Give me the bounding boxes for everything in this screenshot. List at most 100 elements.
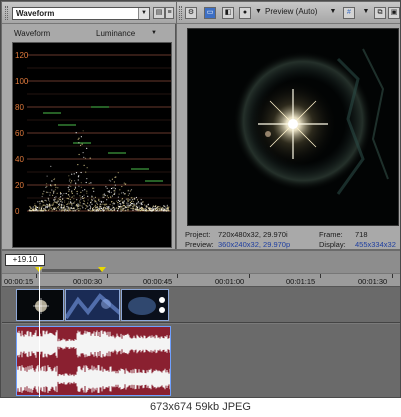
waveform-sample [82,197,84,200]
overlay-icon[interactable]: ● [239,7,251,19]
waveform-sample [51,209,53,211]
video-event-thumbnail[interactable] [121,289,169,321]
waveform-sample [121,209,123,212]
waveform-sample [74,201,76,203]
waveform-sample [137,210,139,212]
waveform-sample [106,205,108,208]
waveform-sample [108,191,110,193]
waveform-sample [67,187,69,189]
waveform-sample [42,201,45,203]
waveform-sample [71,196,73,199]
scope-refresh-icon[interactable]: ≡ [165,7,174,19]
scope-tick-label: 100 [15,77,29,86]
waveform-sample [135,206,137,208]
waveform-sample [136,202,138,204]
waveform-sample [94,210,96,212]
waveform-sample [98,199,100,202]
waveform-sample [103,203,105,205]
preview-quality-dropdown[interactable]: Preview (Auto) [265,7,317,16]
waveform-sample [76,193,78,195]
waveform-sample [45,183,48,185]
waveform-sample [73,208,75,210]
properties-icon[interactable]: ⚙ [185,7,197,19]
monitor-icon[interactable]: ▭ [204,7,216,19]
waveform-sample [159,209,161,211]
waveform-sample [91,210,93,212]
video-frame-image [188,29,398,225]
waveform-sample [66,197,69,199]
waveform-sample [161,207,163,209]
waveform-sample [117,196,119,198]
panel-grip-handle[interactable] [5,6,8,20]
waveform-sample [63,205,65,207]
waveform-sample [54,177,56,180]
chevron-down-icon[interactable]: ▼ [138,8,149,19]
waveform-sample [111,195,113,197]
waveform-sample [163,205,165,207]
waveform-sample [102,201,104,203]
waveform-sample [77,179,79,181]
waveform-sample [54,208,56,210]
ruler-tick-mark [107,274,108,278]
waveform-sample [132,205,134,207]
waveform-sample [69,196,71,198]
video-track[interactable] [2,287,400,323]
waveform-sample [132,201,134,203]
waveform-sample [87,205,89,207]
waveform-sample [47,205,49,207]
waveform-sample [75,172,78,174]
loop-region-bar[interactable] [42,269,102,272]
waveform-sample [90,206,92,208]
waveform-sample [68,210,70,212]
cursor-position-readout[interactable]: +19.10 [5,254,45,266]
timeline-header: +19.10 00:00:15 00:00:30 00:00:45 00:01:… [2,251,400,287]
waveform-sample [70,202,72,204]
waveform-sample [105,207,107,209]
grid-overlay-icon[interactable]: # [343,7,355,19]
waveform-sample [166,204,168,206]
waveform-sample [127,190,129,192]
save-snapshot-icon[interactable]: ▣ [388,7,400,19]
chevron-down-icon[interactable]: ▼ [360,7,372,19]
scope-gridlines [27,54,171,212]
waveform-sample [45,204,47,206]
chevron-down-icon[interactable]: ▼ [327,7,339,19]
panel-grip-handle[interactable] [179,6,182,20]
video-event-thumbnail[interactable] [65,289,120,321]
waveform-sample [103,193,105,195]
waveform-sample [65,192,67,195]
playhead-cursor[interactable] [39,267,40,397]
split-screen-icon[interactable]: ◧ [222,7,234,19]
waveform-sample [130,189,133,191]
waveform-sample [56,202,58,204]
waveform-sample [60,193,62,195]
time-ruler[interactable]: 00:00:15 00:00:30 00:00:45 00:01:00 00:0… [2,273,400,287]
chevron-down-icon[interactable]: ▼ [151,30,157,36]
waveform-sample [46,203,48,205]
chevron-down-icon[interactable]: ▼ [254,7,263,19]
copy-snapshot-icon[interactable]: ⧉ [374,7,386,19]
waveform-sample [59,204,61,206]
waveform-sample [122,208,125,210]
loop-end-marker[interactable] [98,267,106,272]
waveform-sample [120,192,123,194]
video-preview-panel: ⚙ ▭ ◧ ● ▼ Preview (Auto) ▼ # ▼ ⧉ ▣ Proje… [177,2,400,249]
audio-track[interactable] [2,324,400,397]
waveform-sample [99,205,101,207]
waveform-sample [82,152,84,154]
waveform-sample [68,190,70,192]
waveform-sample [49,207,52,209]
waveform-sample [69,198,71,201]
video-event-thumbnail[interactable] [16,289,64,321]
waveform-sample [75,183,77,185]
waveform-sample [100,204,102,206]
waveform-sample [76,190,78,193]
preview-label: Preview: [185,240,214,249]
scope-settings-icon[interactable]: ▤ [153,7,165,19]
waveform-sample [111,210,113,212]
scope-type-select[interactable]: Waveform ▼ [12,7,150,20]
waveform-sample [117,199,119,201]
waveform-sample [119,203,121,205]
waveform-sample [130,204,132,206]
waveform-sample [98,198,100,200]
